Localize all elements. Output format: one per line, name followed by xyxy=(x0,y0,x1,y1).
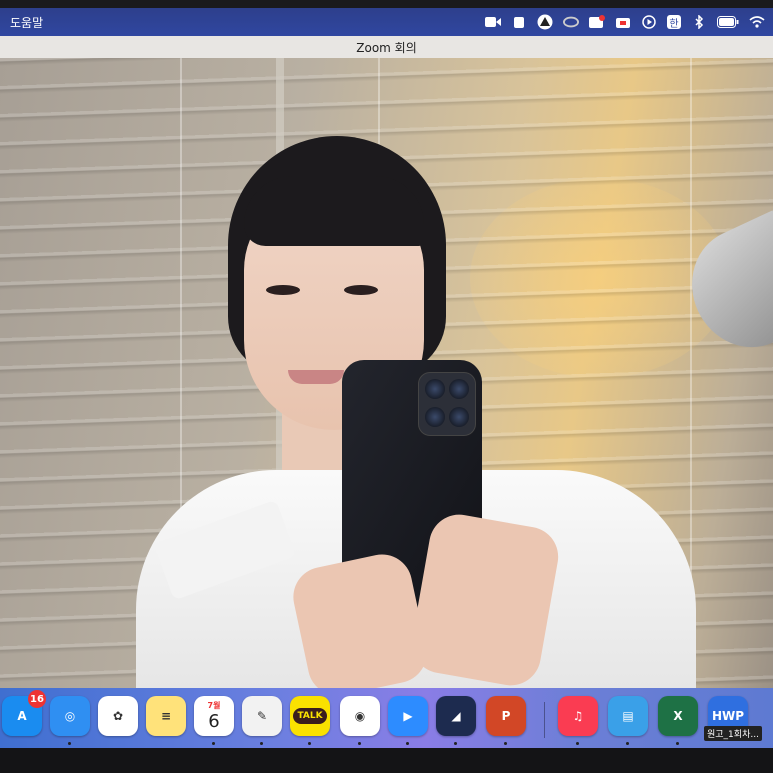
running-indicator xyxy=(212,742,215,745)
running-indicator xyxy=(358,742,361,745)
zoom-glyph: ▶ xyxy=(403,709,413,723)
triangle-icon[interactable] xyxy=(537,14,553,30)
menu-bar: 도움말 한 xyxy=(0,8,773,36)
chrome-glyph: ◉ xyxy=(354,709,366,723)
smile xyxy=(288,370,344,384)
excel-icon[interactable]: X xyxy=(658,696,698,736)
textedit-glyph: ✎ xyxy=(256,709,268,723)
camera-lens xyxy=(425,407,445,427)
notes-glyph: ≡ xyxy=(160,709,172,723)
documents-stack-icon[interactable]: ▤ xyxy=(608,696,648,736)
bag-icon[interactable] xyxy=(615,14,631,30)
bird-app-icon[interactable]: ◢ xyxy=(436,696,476,736)
participant-bangs xyxy=(244,176,424,246)
hwp-file-label: 원고_1회차... xyxy=(704,726,762,741)
photos-icon[interactable]: ✿ xyxy=(98,696,138,736)
calendar-day: 6 xyxy=(208,711,220,732)
left-eye xyxy=(266,285,300,295)
wifi-icon[interactable] xyxy=(749,14,765,30)
input-method-icon[interactable]: 한 xyxy=(667,15,681,30)
app-store-icon[interactable]: A 16 xyxy=(2,690,46,736)
textedit-icon[interactable]: ✎ xyxy=(242,696,282,736)
zoom-video-icon[interactable] xyxy=(485,14,501,30)
right-eye xyxy=(344,285,378,295)
status-area: 한 xyxy=(485,8,765,36)
bluetooth-icon[interactable] xyxy=(691,14,707,30)
notification-badge: 16 xyxy=(28,690,46,708)
safari-glyph: ◎ xyxy=(64,709,76,723)
documents-stack-glyph: ▤ xyxy=(622,709,634,723)
notes-icon[interactable]: ≡ xyxy=(146,696,186,736)
running-indicator xyxy=(308,742,311,745)
video-feed[interactable] xyxy=(0,58,773,688)
app-store-glyph: A xyxy=(17,709,27,723)
phone-camera-module xyxy=(418,372,476,436)
camera-lens xyxy=(449,379,469,399)
zoom-icon[interactable]: ▶ xyxy=(388,696,428,736)
window-title-bar[interactable]: Zoom 회의 xyxy=(0,36,773,59)
running-indicator xyxy=(68,742,71,745)
calendar-month: 7월 xyxy=(207,701,221,710)
excel-glyph: X xyxy=(673,709,683,723)
running-indicator xyxy=(576,742,579,745)
mail-icon[interactable] xyxy=(589,14,605,30)
help-menu[interactable]: 도움말 xyxy=(10,14,43,31)
music-icon[interactable]: ♫ xyxy=(558,696,598,736)
camera-lens xyxy=(425,379,445,399)
music-glyph: ♫ xyxy=(572,709,584,723)
hwp-file-glyph: HWP xyxy=(711,709,745,723)
input-method-label: 한 xyxy=(669,18,679,30)
screen: 도움말 한 Zoom 회의 A 16 ◎ ✿ ≡ 7월 6 ✎ TALK ◉ ▶… xyxy=(0,0,773,773)
calendar-icon[interactable]: 7월 6 xyxy=(194,696,234,736)
powerpoint-icon[interactable]: P xyxy=(486,696,526,736)
dock-icons: A 16 ◎ ✿ ≡ 7월 6 ✎ TALK ◉ ▶ ◢ P ♫ ▤ X HWP xyxy=(0,690,773,745)
right-hand xyxy=(407,509,563,688)
running-indicator xyxy=(676,742,679,745)
bird-app-glyph: ◢ xyxy=(451,709,461,723)
window-title: Zoom 회의 xyxy=(356,40,417,55)
creative-cloud-icon[interactable] xyxy=(563,14,579,30)
safari-icon[interactable]: ◎ xyxy=(50,696,90,736)
dock: A 16 ◎ ✿ ≡ 7월 6 ✎ TALK ◉ ▶ ◢ P ♫ ▤ X HWP 원고_1회차... xyxy=(0,688,773,748)
participant xyxy=(0,58,773,688)
running-indicator xyxy=(406,742,409,745)
powerpoint-glyph: P xyxy=(501,709,511,723)
clipboard-icon[interactable] xyxy=(511,14,527,30)
battery-icon[interactable] xyxy=(717,14,739,30)
running-indicator xyxy=(260,742,263,745)
play-icon[interactable] xyxy=(641,14,657,30)
screen-bezel xyxy=(0,748,773,773)
photos-glyph: ✿ xyxy=(112,709,124,723)
kakaotalk-glyph: TALK xyxy=(293,708,327,724)
chrome-icon[interactable]: ◉ xyxy=(340,696,380,736)
running-indicator xyxy=(454,742,457,745)
running-indicator xyxy=(626,742,629,745)
dock-separator xyxy=(544,702,545,738)
kakaotalk-icon[interactable]: TALK xyxy=(290,696,330,736)
camera-lens xyxy=(449,407,469,427)
running-indicator xyxy=(504,742,507,745)
